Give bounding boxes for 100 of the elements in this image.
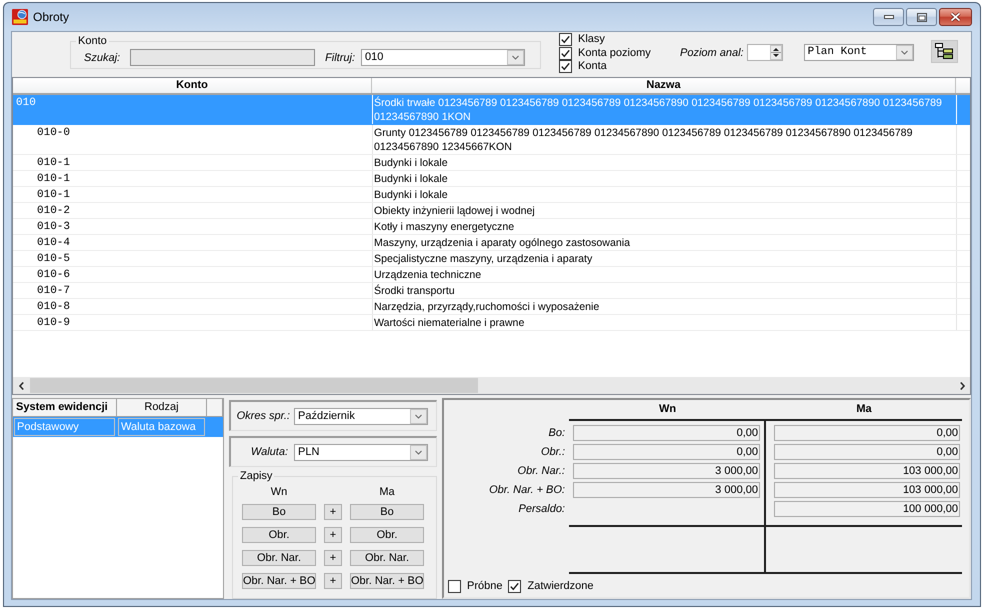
table-row[interactable]: 010-6 Urządzenia techniczne: [13, 267, 970, 283]
table-cell: Środki trwałe 0123456789 0123456789 0123456789 01234567890 0123456789 0123456789 01234567890 0123456789 01234567890 1KON: [372, 95, 956, 124]
chevron-right-icon[interactable]: [960, 382, 964, 390]
table-cell: Budynki i lokale: [372, 155, 956, 170]
field-label: Filtruj:: [325, 50, 356, 64]
level-spinner[interactable]: [746, 44, 783, 61]
table-cell: Budynki i lokale: [372, 187, 956, 202]
field-label: Okres spr.:: [236, 409, 290, 423]
close-button[interactable]: [939, 8, 972, 26]
minimize-button[interactable]: [873, 8, 904, 26]
table-row[interactable]: 010-2 Obiekty inżynierii lądowej i wodnej: [13, 203, 970, 219]
plan-combo[interactable]: Plan Kont: [804, 44, 914, 61]
column-label: Wn: [270, 485, 288, 499]
amount-field[interactable]: 103 000,00: [774, 463, 960, 479]
plus-button[interactable]: +: [324, 527, 342, 543]
minimize-icon: [884, 15, 894, 19]
table-cell: Narzędzia, przyrządy,ruchomości i wyposażenie: [372, 299, 956, 314]
maximize-button[interactable]: [906, 8, 937, 26]
column-header: Ma: [855, 402, 873, 417]
plus-button[interactable]: +: [324, 550, 342, 566]
chevron-down-icon[interactable]: [410, 408, 427, 424]
table-cell-text: 010-2: [36, 204, 72, 218]
spin-arrows-icon[interactable]: [770, 45, 782, 60]
chevron-left-icon[interactable]: [18, 382, 24, 390]
filter-combo[interactable]: 010: [361, 49, 526, 66]
checkbox[interactable]: [559, 60, 572, 74]
table-row[interactable]: 010-1 Budynki i lokale: [13, 187, 970, 203]
table-cell-text: 010: [15, 96, 37, 111]
row-label: Obr.:: [540, 445, 565, 460]
field-label: Szukaj:: [84, 50, 120, 64]
table-cell: Grunty 0123456789 0123456789 0123456789 01234567890 0123456789 0123456789 01234567890 0123456789 01234567890 12345667KON: [372, 125, 956, 154]
table-cell-text: 010-1: [36, 188, 72, 202]
amount-field[interactable]: 3 000,00: [573, 463, 760, 479]
amount-field[interactable]: 0,00: [774, 425, 960, 441]
table-row[interactable]: 010-9 Wartości niematerialne i prawne: [13, 315, 970, 331]
amount-field[interactable]: 0,00: [573, 425, 760, 441]
period-combo[interactable]: Październik: [294, 408, 428, 424]
table-cell-text: 010-1: [36, 172, 72, 186]
window-title: Obroty: [33, 9, 70, 25]
column-header[interactable]: Konto: [13, 78, 372, 93]
entry-button[interactable]: Obr.: [242, 527, 316, 543]
table-row[interactable]: 010-1 Budynki i lokale: [13, 155, 970, 171]
amount-field[interactable]: 103 000,00: [774, 482, 960, 498]
table-row[interactable]: 010-1 Budynki i lokale: [13, 171, 970, 187]
currency-combo[interactable]: PLN: [294, 444, 428, 460]
table-cell: Obiekty inżynierii lądowej i wodnej: [372, 203, 956, 218]
amount-field[interactable]: 0,00: [573, 444, 760, 460]
table-cell-text: 010-6: [36, 268, 72, 282]
table-cell: Środki transportu: [372, 283, 956, 298]
table-cell: Kotły i maszyny energetyczne: [372, 219, 956, 234]
table-row[interactable]: 010-7 Środki transportu: [13, 283, 970, 299]
checkbox[interactable]: [448, 580, 461, 593]
checkbox-label: Konta: [578, 60, 607, 74]
column-header[interactable]: Rodzaj: [117, 399, 207, 416]
table-cell: Specjalistyczne maszyny, urządzenia i aparaty: [372, 251, 956, 266]
chevron-down-icon[interactable]: [896, 45, 913, 60]
entry-button[interactable]: Bo: [242, 504, 316, 520]
table-cell-text: 010-0: [36, 126, 72, 141]
table-cell: Podstawowy: [14, 418, 115, 436]
table-row[interactable]: 010-3 Kotły i maszyny energetyczne: [13, 219, 970, 235]
amount-field[interactable]: 100 000,00: [774, 501, 960, 517]
plus-button[interactable]: +: [324, 573, 342, 589]
row-label: Bo:: [548, 426, 565, 441]
checkbox[interactable]: [559, 33, 572, 46]
entry-button[interactable]: Bo: [350, 504, 424, 520]
column-header[interactable]: Nazwa: [372, 78, 956, 93]
table-row[interactable]: 010-0 Grunty 0123456789 0123456789 0123456789 01234567890 0123456789 0123456789 01234567890 0123456789 01234567890 12345667KON: [13, 125, 970, 155]
amount-field[interactable]: 0,00: [774, 444, 960, 460]
scrollbar-thumb[interactable]: [30, 378, 478, 393]
group-label: Konto: [77, 35, 108, 48]
entry-button[interactable]: Obr.: [350, 527, 424, 543]
maximize-icon: [916, 12, 926, 22]
app-logo-icon: [12, 9, 28, 25]
checkbox-label: Klasy: [578, 33, 605, 46]
table-cell: Wartości niematerialne i prawne: [372, 315, 956, 330]
row-label: Obr. Nar.:: [518, 464, 565, 479]
amount-field[interactable]: 3 000,00: [573, 482, 760, 498]
field-label: Waluta:: [250, 445, 288, 459]
table-row[interactable]: 010-5 Specjalistyczne maszyny, urządzenia i aparaty: [13, 251, 970, 267]
chevron-down-icon[interactable]: [410, 444, 427, 460]
entry-button[interactable]: Obr. Nar. + BO: [242, 573, 316, 589]
checkbox[interactable]: [559, 46, 572, 60]
checkbox-label: Zatwierdzone: [527, 580, 594, 593]
table-cell-text: 010-5: [36, 252, 72, 266]
checkbox[interactable]: [508, 580, 522, 593]
chevron-down-icon[interactable]: [507, 50, 524, 65]
entry-button[interactable]: Obr. Nar.: [350, 550, 424, 566]
table-cell: Waluta bazowa: [118, 418, 205, 436]
entry-button[interactable]: Obr. Nar. + BO: [350, 573, 424, 589]
plus-button[interactable]: +: [324, 504, 342, 520]
table-row[interactable]: 010-8 Narzędzia, przyrządy,ruchomości i wyposażenie: [13, 299, 970, 315]
entry-button[interactable]: Obr. Nar.: [242, 550, 316, 566]
table-cell-text: 010-1: [36, 156, 72, 170]
checkbox-label: Konta poziomy: [578, 46, 651, 60]
row-label: Persaldo:: [518, 502, 565, 517]
column-header: Wn: [658, 402, 678, 417]
table-cell: Urządzenia techniczne: [372, 267, 956, 282]
column-header[interactable]: System ewidencji: [13, 399, 117, 416]
table-row[interactable]: 010-4 Maszyny, urządzenia i aparaty ogólnego zastosowania: [13, 235, 970, 251]
tree-view-button[interactable]: [930, 40, 958, 63]
